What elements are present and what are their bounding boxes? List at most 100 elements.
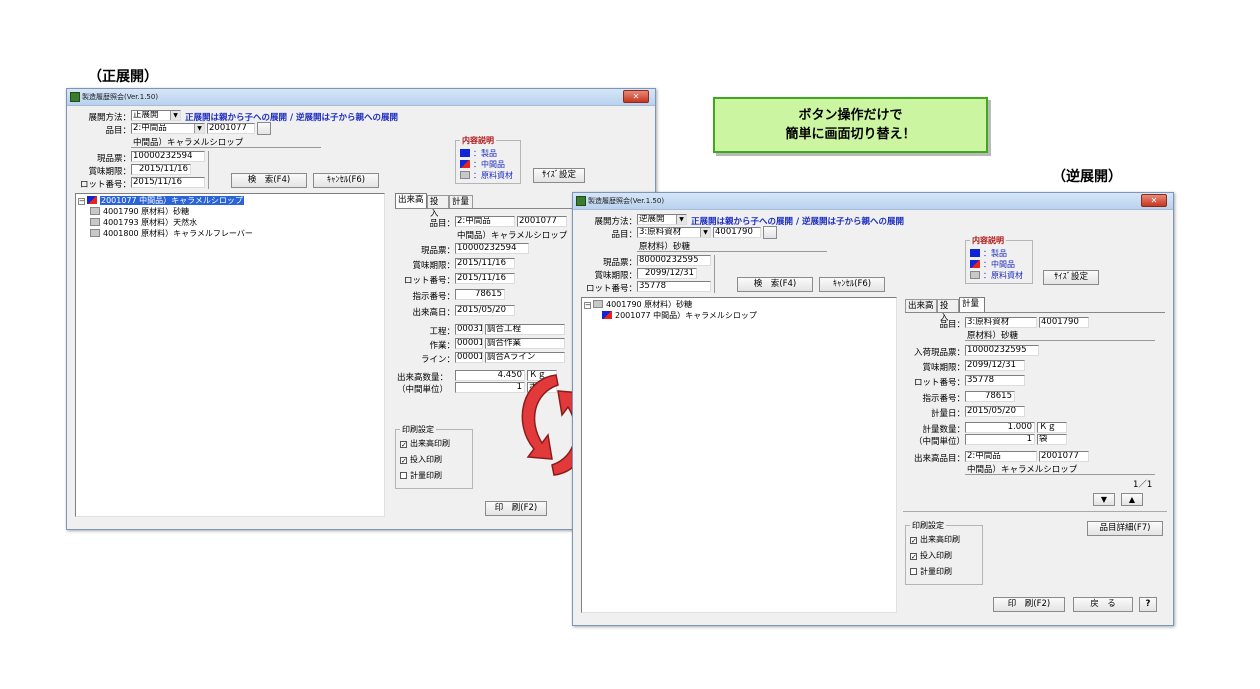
chevron-down-icon: ▼: [170, 111, 180, 120]
tab-input[interactable]: 投入: [427, 195, 449, 219]
product-swatch-icon: [460, 149, 470, 157]
item-type-select[interactable]: 3:原料資材 ▼: [637, 227, 711, 238]
up-button[interactable]: ▲: [1121, 493, 1143, 506]
callout-line1: ボタン操作だけで: [798, 108, 903, 123]
print-weighing-checkbox[interactable]: 計量印刷: [400, 470, 442, 481]
method-description: 正展開は親から子への展開 / 逆展開は子から親への展開: [185, 113, 399, 123]
checked-icon[interactable]: ✓: [910, 537, 917, 545]
item-code-field[interactable]: 2001077: [207, 123, 255, 134]
tab-input[interactable]: 投入: [937, 299, 959, 323]
item-label: 品目：: [105, 126, 131, 136]
tree-item[interactable]: 4001790 原材料）砂糖: [90, 206, 189, 217]
method-label: 展開方法：: [594, 217, 637, 227]
lot-label: ロット番号：: [79, 180, 131, 190]
method-description: 正展開は親から子への展開 / 逆展開は子から親への展開: [691, 217, 905, 227]
back-button[interactable]: 戻 る: [1073, 597, 1133, 612]
detail-order-label: 指示番号：: [922, 394, 965, 404]
search-button[interactable]: 検 索(F4): [737, 277, 813, 292]
detail-line-code: 00001: [455, 352, 483, 363]
detail-process-name: 調合工程: [485, 324, 565, 335]
checked-icon[interactable]: ✓: [910, 553, 917, 561]
print-settings-group: 印刷設定 ✓ 出来高印刷 ✓ 投入印刷 計量印刷: [905, 520, 983, 585]
item-code-field[interactable]: 4001790: [713, 227, 761, 238]
lot-label: ロット番号：: [585, 284, 637, 294]
legend-raw: ：原料資材: [970, 270, 1023, 281]
size-settings-button[interactable]: ｻｲｽﾞ設定: [533, 168, 585, 183]
detail-qty-label: 計量数量：: [922, 425, 965, 435]
tree-root[interactable]: − 4001790 原材料）砂糖: [584, 299, 692, 310]
help-button[interactable]: ?: [1139, 597, 1157, 612]
legend-intermediate: ：中間品: [460, 159, 505, 170]
item-browse-button[interactable]: [763, 226, 777, 239]
close-button[interactable]: ✕: [623, 90, 649, 103]
detail-slip: 10000232594: [455, 243, 529, 254]
detail-work-label: 作業：: [429, 341, 455, 351]
legend-title: 内容説明: [460, 135, 496, 146]
tree-item[interactable]: 4001793 原材料）天然水: [90, 217, 197, 228]
tree-item[interactable]: 4001800 原材料）キャラメルフレーバー: [90, 228, 253, 239]
collapse-icon[interactable]: −: [78, 198, 85, 205]
print-weighing-checkbox[interactable]: 計量印刷: [910, 566, 952, 577]
detail-work-name: 調合作業: [485, 338, 565, 349]
tree-view[interactable]: − 2001077 中間品）キャラメルシロップ 4001790 原材料）砂糖 40…: [75, 193, 385, 517]
tab-output[interactable]: 出来高: [905, 299, 937, 312]
detail-expiry-label: 賞味期限：: [922, 363, 965, 373]
legend-text: ：中間品: [473, 160, 505, 169]
legend-group: 内容説明 ：製品 ：中間品 ：原料資材: [965, 235, 1033, 284]
print-input-checkbox[interactable]: ✓ 投入印刷: [910, 550, 952, 561]
tree-view[interactable]: − 4001790 原材料）砂糖 2001077 中間品）キャラメルシロップ: [581, 297, 897, 613]
expiry-field[interactable]: 2015/11/16: [131, 164, 191, 175]
lot-field[interactable]: 35778: [637, 281, 711, 292]
slip-field[interactable]: 10000232594: [131, 151, 205, 162]
detail-item-type: 2:中間品: [455, 216, 515, 227]
down-button[interactable]: ▼: [1093, 493, 1115, 506]
detail-date-label: 計量日：: [930, 409, 965, 419]
print-settings-title: 印刷設定: [910, 520, 946, 531]
tree-root-label[interactable]: 4001790 原材料）砂糖: [606, 300, 692, 309]
lot-field[interactable]: 2015/11/16: [131, 177, 205, 188]
tab-weighing[interactable]: 計量: [959, 297, 985, 312]
item-detail-button[interactable]: 品目詳細(F7): [1087, 521, 1163, 536]
divider: [903, 511, 1167, 512]
slip-label: 現品票：: [602, 258, 637, 268]
tree-item[interactable]: 2001077 中間品）キャラメルシロップ: [602, 310, 757, 321]
unchecked-icon[interactable]: [400, 472, 407, 479]
cancel-button[interactable]: ｷｬﾝｾﾙ(F6): [313, 173, 379, 188]
intermediate-icon: [87, 196, 97, 204]
size-settings-button[interactable]: ｻｲｽﾞ設定: [1043, 270, 1099, 285]
raw-material-icon: [593, 300, 603, 308]
print-button[interactable]: 印 刷(F2): [993, 597, 1065, 612]
collapse-icon[interactable]: −: [584, 302, 591, 309]
unchecked-icon[interactable]: [910, 568, 917, 575]
print-output-checkbox[interactable]: ✓ 出来高印刷: [910, 534, 960, 545]
print-output-checkbox[interactable]: ✓ 出来高印刷: [400, 438, 450, 449]
item-label: 品目：: [611, 230, 637, 240]
tree-root-label[interactable]: 2001077 中間品）キャラメルシロップ: [100, 196, 244, 205]
slip-field[interactable]: 80000232595: [637, 255, 711, 266]
detail-work-code: 00001: [455, 338, 483, 349]
cancel-button[interactable]: ｷｬﾝｾﾙ(F6): [819, 277, 885, 292]
item-browse-button[interactable]: [257, 122, 271, 135]
tree-root[interactable]: − 2001077 中間品）キャラメルシロップ: [78, 195, 244, 206]
close-button[interactable]: ✕: [1141, 194, 1167, 207]
item-type-value: 3:原料資材: [639, 227, 682, 237]
checked-icon[interactable]: ✓: [400, 457, 407, 465]
search-button[interactable]: 検 索(F4): [231, 173, 307, 188]
method-select[interactable]: 逆展開 ▼: [637, 214, 687, 225]
item-type-select[interactable]: 2:中間品 ▼: [131, 123, 205, 134]
print-input-checkbox[interactable]: ✓ 投入印刷: [400, 454, 442, 465]
checked-icon[interactable]: ✓: [400, 441, 407, 449]
slip-label: 現品票：: [96, 154, 131, 164]
legend-group: 内容説明 ：製品 ：中間品 ：原料資材: [455, 135, 521, 184]
detail-lot-label: ロット番号：: [403, 276, 455, 286]
method-select[interactable]: 正展開 ▼: [131, 110, 181, 121]
expiry-field[interactable]: 2099/12/31: [637, 268, 697, 279]
checkbox-label: 計量印刷: [920, 567, 952, 576]
print-button[interactable]: 印 刷(F2): [485, 501, 547, 516]
tab-output[interactable]: 出来高: [395, 193, 427, 208]
detail-expiry: 2099/12/31: [965, 360, 1025, 371]
tab-weighing[interactable]: 計量: [449, 195, 473, 208]
detail-item-label: 品目：: [429, 219, 455, 229]
divider: [395, 208, 575, 209]
detail-order-label: 指示番号：: [412, 292, 455, 302]
